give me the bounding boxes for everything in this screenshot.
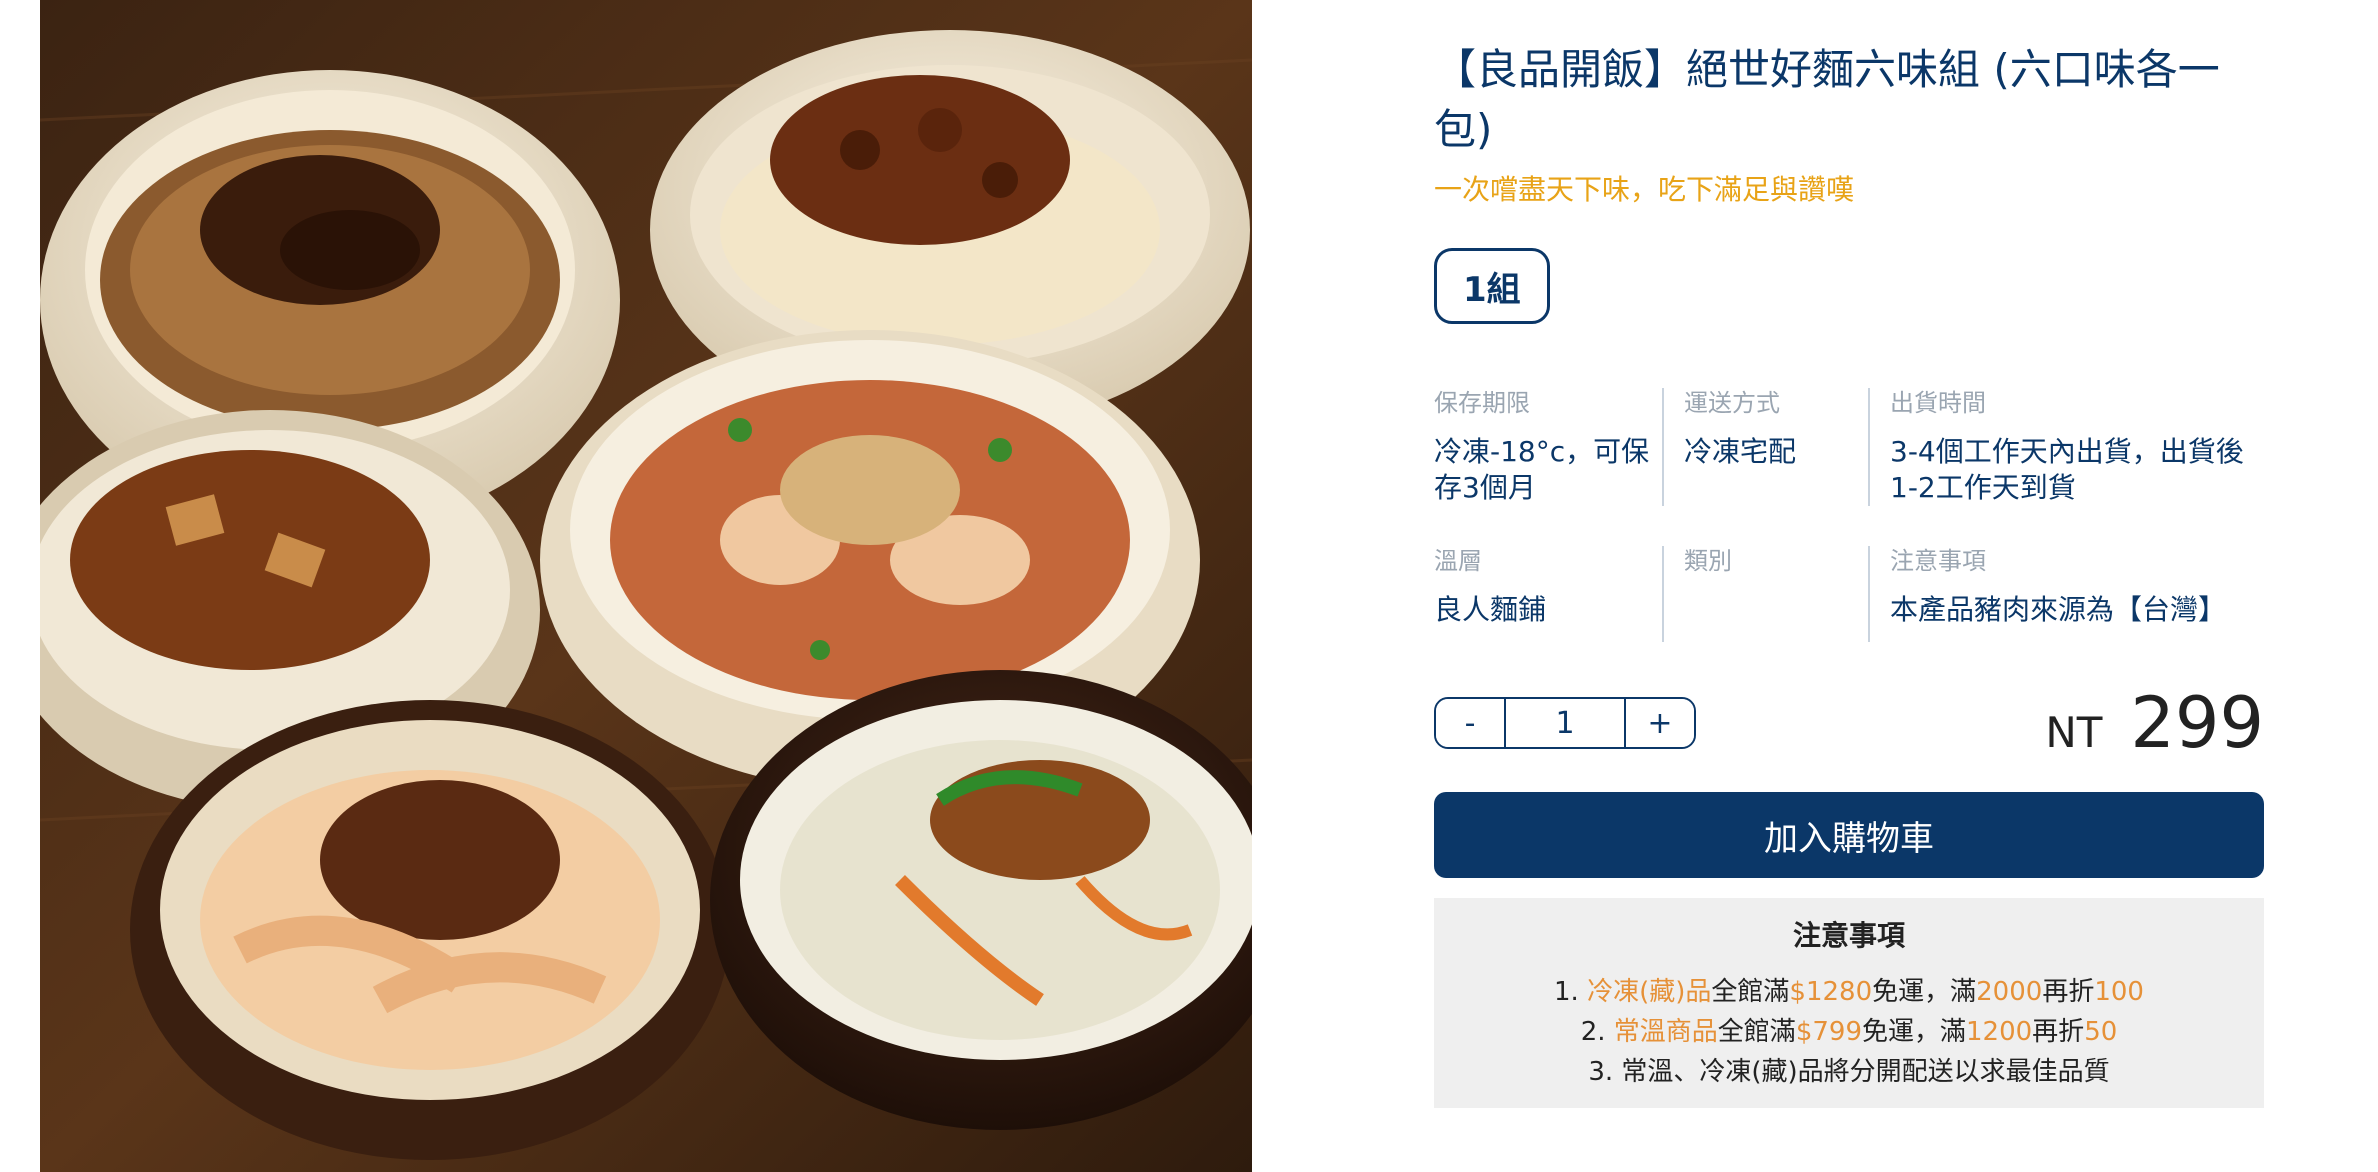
price-currency: NT (2045, 708, 2103, 757)
spec-label: 溫層 (1434, 547, 1482, 575)
notice-free-shipping-threshold: $1280 (1789, 977, 1873, 1007)
notice-category: 冷凍(藏)品 (1587, 977, 1712, 1007)
spec-notes: 注意事項 本產品豬肉來源為【台灣】 (1868, 546, 2264, 642)
spec-shipping-method: 運送方式 冷凍宅配 (1662, 388, 1868, 506)
notice-text: 全館滿 (1711, 977, 1790, 1007)
notice-text: 免運，滿 (1861, 1017, 1966, 1047)
increase-quantity-button[interactable]: + (1626, 699, 1694, 747)
variant-option-1-set[interactable]: 1組 (1434, 248, 1550, 324)
quantity-input[interactable]: 1 (1504, 699, 1626, 747)
noodle-bowls-illustration (40, 0, 1252, 1172)
spec-temperature-layer: 溫層 良人麵鋪 (1434, 546, 1662, 642)
spec-shipping-time: 出貨時間 3-4個工作天內出貨，出貨後1-2工作天到貨 (1868, 388, 2264, 506)
notice-discount-amount: 100 (2094, 977, 2144, 1007)
spec-label: 出貨時間 (1890, 389, 1986, 417)
price-amount: 299 (2130, 682, 2264, 764)
spec-label: 注意事項 (1890, 547, 1986, 575)
notice-title: 注意事項 (1792, 919, 1905, 952)
spec-value: 良人麵鋪 (1434, 593, 1547, 626)
spec-value: 冷凍-18°c，可保存3個月 (1434, 435, 1650, 504)
spec-label: 保存期限 (1434, 389, 1530, 417)
add-to-cart-button[interactable]: 加入購物車 (1434, 792, 2264, 878)
spec-label: 運送方式 (1684, 389, 1780, 417)
notice-text: 免運，滿 (1872, 977, 1977, 1007)
product-specs: 保存期限 冷凍-18°c，可保存3個月 運送方式 冷凍宅配 出貨時間 3-4個工… (1434, 388, 2264, 642)
spec-label: 類別 (1684, 547, 1732, 575)
spec-value: 3-4個工作天內出貨，出貨後1-2工作天到貨 (1890, 435, 2244, 504)
notice-text: 再折 (2032, 1017, 2085, 1047)
spec-value: 本產品豬肉來源為【台灣】 (1890, 593, 2227, 626)
notice-box: 注意事項 1. 冷凍(藏)品全館滿$1280免運，滿2000再折100 2. 常… (1434, 898, 2264, 1108)
product-image[interactable] (40, 0, 1252, 1172)
bowl-flat-noodles (130, 700, 730, 1160)
notice-free-shipping-threshold: $799 (1795, 1017, 1862, 1047)
product-info: 【良品開飯】絕世好麵六味組 (六口味各一包) 一次嚐盡天下味，吃下滿足與讚嘆 1… (1434, 40, 2264, 1108)
spec-value: 冷凍宅配 (1684, 435, 1797, 468)
variant-selector: 1組 (1434, 248, 2264, 330)
product-subtitle: 一次嚐盡天下味，吃下滿足與讚嘆 (1434, 173, 1855, 206)
notice-discount-amount: 50 (2084, 1017, 2118, 1047)
notice-discount-threshold: 2000 (1976, 977, 2043, 1007)
notice-text: 全館滿 (1717, 1017, 1796, 1047)
notice-line-ambient: 2. 常溫商品全館滿$799免運，滿1200再折50 (1434, 1012, 2264, 1052)
notice-text: 再折 (2042, 977, 2095, 1007)
product-page: 【良品開飯】絕世好麵六味組 (六口味各一包) 一次嚐盡天下味，吃下滿足與讚嘆 1… (0, 0, 2378, 1172)
notice-line-separate-shipping: 3. 常溫、冷凍(藏)品將分開配送以求最佳品質 (1588, 1057, 2110, 1087)
notice-line-frozen: 1. 冷凍(藏)品全館滿$1280免運，滿2000再折100 (1434, 972, 2264, 1012)
notice-category: 常溫商品 (1613, 1017, 1718, 1047)
product-title: 【良品開飯】絕世好麵六味組 (六口味各一包) (1434, 45, 2220, 154)
notice-line-prefix: 2. (1580, 1017, 1614, 1047)
decrease-quantity-button[interactable]: - (1436, 699, 1504, 747)
quantity-stepper: - 1 + (1434, 697, 1696, 749)
notice-discount-threshold: 1200 (1966, 1017, 2033, 1047)
notice-line-prefix: 1. (1554, 977, 1588, 1007)
purchase-row: - 1 + NT 299 (1434, 682, 2264, 764)
spec-category: 類別 (1662, 546, 1868, 642)
product-price: NT 299 (2045, 682, 2264, 764)
spec-shelf-life: 保存期限 冷凍-18°c，可保存3個月 (1434, 388, 1662, 506)
